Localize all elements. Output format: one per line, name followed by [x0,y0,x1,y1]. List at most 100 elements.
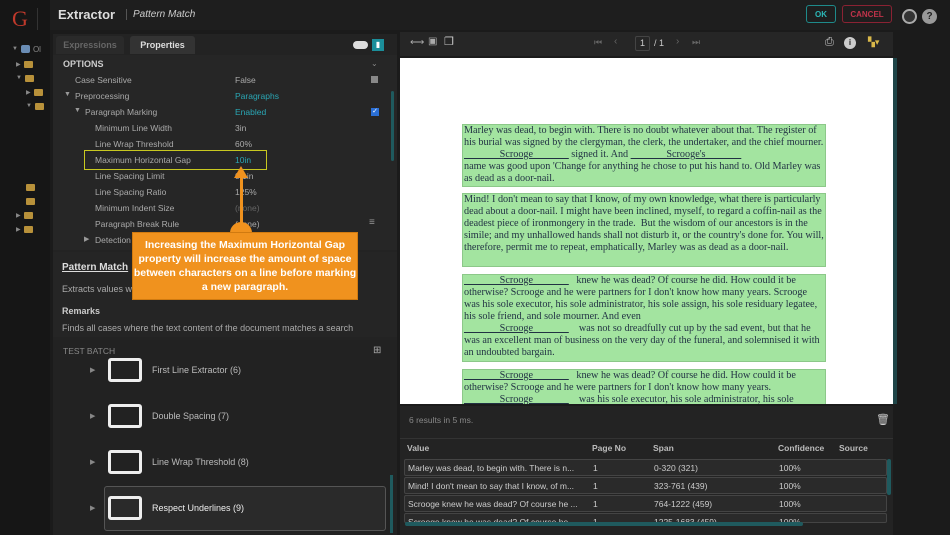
tree-folder[interactable]: ▼ [16,72,34,84]
col-page-no[interactable]: Page No [592,443,626,453]
last-page-icon[interactable]: ⏭ [692,37,700,48]
tree-folder[interactable]: ▼ [26,100,44,112]
toggle-switch[interactable] [353,41,368,49]
table-cell: 100% [779,463,801,473]
divider [37,8,38,30]
page-number-input[interactable]: 1 [635,36,650,51]
tree-view-icon[interactable]: ⊞ [373,345,381,356]
batch-scrollbar[interactable] [390,475,393,533]
fit-width-icon[interactable]: ⟷ [410,37,424,48]
table-cell: 0-320 (321) [654,463,698,473]
option-row[interactable]: Minimum Line Width 3in [53,120,393,136]
batch-item[interactable]: ▶ First Line Extractor (6) [90,352,241,388]
app-logo: G [12,6,28,31]
col-source[interactable]: Source [839,443,868,453]
remarks-heading: Remarks [62,306,101,316]
chevron-right-icon[interactable]: ▶ [84,235,89,243]
layout-menu-icon[interactable]: ▚▾ [868,37,879,48]
table-cell: 323-761 (439) [654,481,708,491]
paragraph-match[interactable]: _______Scrooge_______ knew he was dead? … [462,369,826,404]
folder-icon [108,496,142,520]
expand-icon[interactable]: ▶ [90,412,108,420]
expand-icon[interactable]: ▶ [90,504,108,512]
results-summary: 6 results in 5 ms. [409,415,474,425]
doc-scrollbar[interactable] [893,58,897,404]
tree-folder[interactable]: ▶ [16,223,33,235]
paragraph-match[interactable]: _______Scrooge_______ knew he was dead? … [462,274,826,362]
cancel-button[interactable]: CANCEL [842,5,892,23]
paragraph-match[interactable]: Mind! I don't mean to say that I know, o… [462,193,826,267]
prev-page-icon[interactable]: ‹ [614,36,617,47]
description-title: Pattern Match [62,262,129,273]
tab-properties[interactable]: Properties [130,36,195,54]
divider [400,438,893,439]
col-span[interactable]: Span [653,443,674,453]
table-cell: 1 [593,481,598,491]
option-row[interactable]: Line Spacing Ratio 125% [53,184,393,200]
chevron-down-icon[interactable]: ▼ [64,91,71,98]
info-icon[interactable]: i [844,37,856,49]
expand-icon[interactable]: ▶ [90,366,108,374]
callout-arrowhead [234,166,248,178]
expand-icon[interactable]: ▶ [90,458,108,466]
tree-folder[interactable] [26,195,35,207]
tab-expressions[interactable]: Expressions [56,36,124,54]
checkbox[interactable] [371,76,378,83]
option-case-sensitive[interactable]: Case Sensitive False [53,72,393,88]
fit-page-icon[interactable]: ▣ [428,36,437,47]
paragraph-match[interactable]: Marley was dead, to begin with. There is… [462,124,826,187]
document-page: Marley was dead, to begin with. There is… [400,58,893,404]
pages-icon[interactable]: ❐ [444,35,454,48]
options-heading: OPTIONS [63,59,104,69]
col-value[interactable]: Value [407,443,429,453]
chart-icon[interactable]: ▮ [372,39,384,51]
batch-item[interactable]: ▶ Double Spacing (7) [90,398,229,434]
folder-icon [26,183,35,191]
table-cell: 100% [779,481,801,491]
folder-icon [108,358,142,382]
option-paragraph-marking[interactable]: ▼ Paragraph Marking Enabled ✓ [53,104,393,120]
option-row[interactable]: Paragraph Break Rule(none)≡ [53,216,393,232]
print-icon[interactable]: ⎙ [825,36,834,49]
table-row[interactable]: Mind! I don't mean to say that I know, o… [404,477,887,494]
table-row[interactable]: Scrooge knew he was dead? Of course he .… [404,495,887,512]
tree-folder[interactable] [26,181,35,193]
description-text: Extracts values w [62,284,133,294]
tree-folder[interactable]: ▶ [16,58,33,70]
viewer-toolbar: ⟷ ▣ ❐ ⏮ ‹ 1 / 1 › ⏭ ⎙ i ▚▾ [400,32,893,56]
page-subtitle: Pattern Match [126,9,195,20]
table-row[interactable]: Marley was dead, to begin with. There is… [404,459,887,476]
results-vscroll[interactable] [887,459,891,495]
table-cell: Scrooge knew he was dead? Of course he .… [408,499,578,509]
table-cell: 1 [593,463,598,473]
checkbox-checked[interactable]: ✓ [371,108,379,116]
chevron-down-icon[interactable]: ⌄ [371,59,378,68]
first-page-icon[interactable]: ⏮ [594,37,602,48]
batch-item-selected[interactable]: ▶ Respect Underlines (9) [90,490,244,526]
folder-icon [33,88,43,96]
next-page-icon[interactable]: › [676,36,679,47]
tree-folder[interactable]: ▶ [16,209,33,221]
ok-button[interactable]: OK [806,5,836,23]
clear-results-icon[interactable]: 🗑 [876,413,890,426]
tree-root[interactable]: ▼ Ol [12,43,41,55]
tree-folder[interactable]: ▶ [26,86,43,98]
option-preprocessing[interactable]: ▼ Preprocessing Paragraphs [53,88,393,104]
results-hscroll[interactable] [405,522,803,526]
folder-icon [26,197,35,205]
table-cell: 100% [779,499,801,509]
option-row[interactable]: Minimum Indent Size (none) [53,200,393,216]
tooltip-callout: Increasing the Maximum Horizontal Gap pr… [132,232,358,300]
page-title: Extractor [58,7,116,22]
folder-icon [108,450,142,474]
chevron-down-icon[interactable]: ▼ [74,107,81,114]
col-confidence[interactable]: Confidence [778,443,824,453]
user-icon[interactable] [902,9,917,24]
page-total: / 1 [654,38,665,48]
database-icon [20,45,30,53]
help-icon[interactable]: ? [922,9,937,24]
folder-icon [23,211,33,219]
option-row[interactable]: Line Spacing Limit 0.1in [53,168,393,184]
batch-item[interactable]: ▶ Line Wrap Threshold (8) [90,444,249,480]
menu-icon[interactable]: ≡ [369,217,375,228]
